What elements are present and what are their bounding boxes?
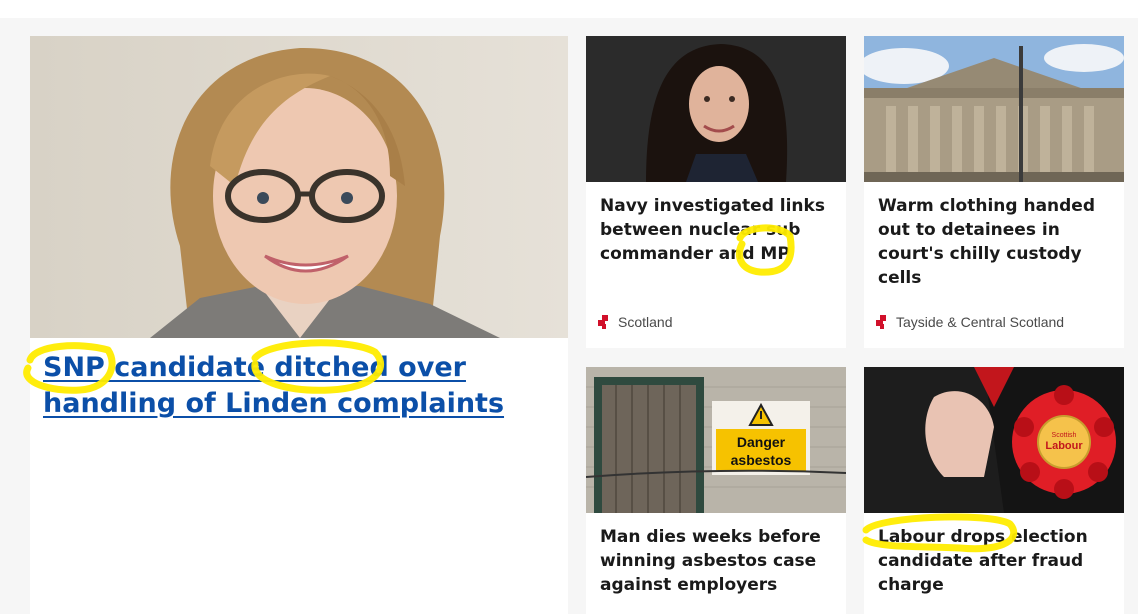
story-tag-label: Scotland [618, 314, 673, 330]
story-image-court[interactable] [864, 36, 1124, 182]
rosette-line1: Scottish [1052, 432, 1077, 439]
hero-story-card[interactable]: SNP candidate ditched over handling of L… [30, 36, 568, 614]
story-headline-asbestos[interactable]: Man dies weeks before winning asbestos c… [600, 525, 836, 597]
story-card-court[interactable]: Warm clothing handed out to detainees in… [864, 36, 1124, 348]
story-headline-navy[interactable]: Navy investigated links between nuclear … [600, 194, 836, 266]
story-tag-navy[interactable]: Scotland [598, 314, 672, 330]
asbestos-sign-line1: Danger [737, 434, 786, 450]
hero-image[interactable] [30, 36, 568, 338]
story-image-navy[interactable] [586, 36, 846, 182]
region-marker-icon [598, 315, 612, 329]
asbestos-sign-line2: asbestos [731, 452, 792, 468]
story-image-labour[interactable]: Scottish Labour [864, 367, 1124, 513]
story-headline-court[interactable]: Warm clothing handed out to detainees in… [878, 194, 1114, 290]
story-card-labour[interactable]: Scottish Labour Labour drops election ca… [864, 367, 1124, 614]
story-tag-label: Tayside & Central Scotland [896, 314, 1065, 330]
story-image-asbestos[interactable]: Danger asbestos [586, 367, 846, 513]
story-headline-labour[interactable]: Labour drops election candidate after fr… [878, 525, 1114, 597]
story-tag-court[interactable]: Tayside & Central Scotland [876, 314, 1064, 330]
region-marker-icon [876, 315, 890, 329]
story-card-navy[interactable]: Navy investigated links between nuclear … [586, 36, 846, 348]
story-card-asbestos[interactable]: Danger asbestos Man dies weeks before wi… [586, 367, 846, 614]
rosette-line2: Labour [1045, 440, 1083, 452]
hero-headline-link[interactable]: SNP candidate ditched over handling of L… [43, 350, 543, 422]
